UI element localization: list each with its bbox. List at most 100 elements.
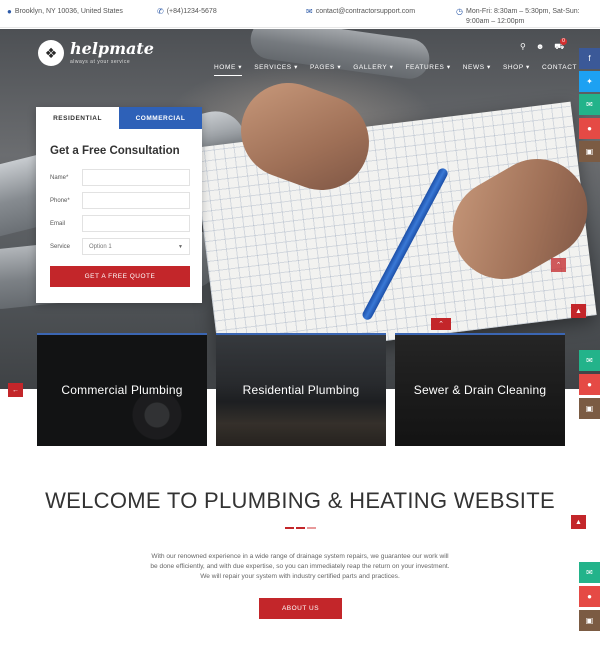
cart-count-badge: 0	[560, 38, 567, 45]
chevron-up-icon: ▲	[575, 307, 582, 315]
welcome-line: We will repair your system with industry…	[200, 573, 400, 580]
tab-residential[interactable]: RESIDENTIAL	[36, 107, 119, 129]
phone-label: Phone*	[50, 197, 70, 204]
user-icon[interactable]: ☻	[536, 42, 544, 52]
phone-text[interactable]: (+84)1234-5678	[167, 7, 217, 17]
slider-indicator[interactable]: ⌃	[431, 318, 451, 330]
nav-features[interactable]: FEATURES ▾	[405, 63, 450, 76]
title-divider	[285, 527, 316, 529]
slider-next-button[interactable]: ⌃	[551, 258, 566, 272]
nav-gallery[interactable]: GALLERY ▾	[353, 63, 393, 76]
name-label: Name*	[50, 174, 69, 181]
map-pin-icon: ●	[587, 380, 592, 389]
phone-info[interactable]: ✆ (+84)1234-5678	[157, 7, 217, 17]
nav-label: CONTACT	[541, 64, 577, 71]
nav-label: SHOP	[502, 64, 524, 71]
envelope-icon: ✉	[586, 356, 593, 365]
envelope-icon: ✉	[586, 568, 593, 577]
service-select[interactable]: Option 1 ▼	[82, 238, 190, 255]
welcome-title: WELCOME TO PLUMBING & HEATING WEBSITE	[45, 488, 555, 513]
nav-label: NEWS	[462, 64, 485, 71]
hours-info: ◷ Mon-Fri: 8:30am – 5:30pm, Sat-Sun: 9:0…	[456, 7, 580, 27]
instagram-share[interactable]: ▣	[579, 141, 600, 162]
map-pin-icon: ●	[7, 7, 12, 16]
hours-text: Mon-Fri: 8:30am – 5:30pm, Sat-Sun: 9:00a…	[466, 7, 580, 27]
divider-segment	[285, 527, 294, 529]
service-row: Service Option 1 ▼	[50, 238, 190, 255]
welcome-description: With our renowned experience in a wide r…	[130, 552, 470, 582]
header-tools: ⚲ ☻ ⛟	[520, 42, 564, 52]
instagram-icon: ▣	[585, 616, 594, 625]
facebook-share[interactable]: f	[579, 48, 600, 69]
form-tabs: RESIDENTIAL COMMERCIAL	[36, 107, 202, 129]
chevron-up-icon: ⌃	[438, 321, 444, 328]
service-card-residential[interactable]: Residential Plumbing	[216, 333, 386, 446]
location-share[interactable]: ●	[579, 118, 600, 139]
arrow-left-icon: ←	[12, 386, 19, 394]
service-card-title: Residential Plumbing	[242, 383, 360, 397]
service-card-sewer[interactable]: Sewer & Drain Cleaning	[395, 333, 565, 446]
location-info: ● Brooklyn, NY 10036, United States	[7, 7, 123, 17]
twitter-share[interactable]: ✦	[579, 71, 600, 92]
chevron-up-icon: ▲	[575, 518, 582, 526]
email-row: Email	[50, 215, 190, 232]
nav-label: FEATURES	[405, 64, 445, 71]
phone-input[interactable]	[82, 192, 190, 209]
handshake-icon: ❖	[38, 40, 64, 66]
brand-logo[interactable]: ❖ helpmate always at your service	[38, 40, 154, 66]
nav-shop[interactable]: SHOP ▾	[503, 63, 530, 76]
scroll-up-button[interactable]: ▲	[571, 304, 586, 318]
name-input[interactable]	[82, 169, 190, 186]
clock-icon: ◷	[456, 7, 463, 16]
email-info[interactable]: ✉ contact@contractorsupport.com	[306, 7, 415, 17]
caret-down-icon: ▼	[178, 243, 183, 250]
email-label: Email	[50, 220, 66, 227]
brand-text: helpmate always at your service	[70, 39, 154, 66]
email-share[interactable]: ✉	[579, 350, 600, 371]
divider-segment	[296, 527, 305, 529]
nav-contact[interactable]: CONTACT ▾	[542, 63, 583, 76]
location-text: Brooklyn, NY 10036, United States	[14, 8, 123, 15]
carousel-prev-button[interactable]: ←	[8, 383, 23, 397]
email-share[interactable]: ✉	[579, 562, 600, 583]
name-row: Name*	[50, 169, 190, 186]
service-card-title: Commercial Plumbing	[61, 383, 183, 397]
instagram-icon: ▣	[585, 404, 594, 413]
instagram-share[interactable]: ▣	[579, 398, 600, 419]
email-share[interactable]: ✉	[579, 94, 600, 115]
get-quote-button[interactable]: GET A FREE QUOTE	[50, 266, 190, 287]
map-pin-icon: ●	[587, 124, 592, 133]
instagram-icon: ▣	[585, 147, 594, 156]
tab-commercial[interactable]: COMMERCIAL	[119, 107, 202, 129]
facebook-icon: f	[588, 54, 591, 63]
service-select-value: Option 1	[89, 243, 112, 250]
nav-label: PAGES	[310, 64, 335, 71]
about-us-button[interactable]: ABOUT US	[259, 598, 342, 619]
email-text[interactable]: contact@contractorsupport.com	[316, 7, 415, 17]
nav-news[interactable]: NEWS ▾	[463, 63, 491, 76]
nav-label: GALLERY	[353, 64, 388, 71]
nav-home[interactable]: HOME ▾	[214, 63, 243, 76]
main-nav: HOME ▾ SERVICES ▾ PAGES ▾ GALLERY ▾ FEAT…	[214, 63, 595, 76]
nav-label: HOME	[214, 64, 236, 71]
email-input[interactable]	[82, 215, 190, 232]
location-share[interactable]: ●	[579, 586, 600, 607]
service-card-title: Sewer & Drain Cleaning	[413, 383, 547, 397]
map-pin-icon: ●	[587, 592, 592, 601]
welcome-line: be done efficiently, and with due expert…	[150, 563, 450, 570]
instagram-share[interactable]: ▣	[579, 610, 600, 631]
chevron-up-icon: ⌃	[555, 262, 562, 269]
location-share[interactable]: ●	[579, 374, 600, 395]
divider-segment	[307, 527, 316, 529]
brand-name: helpmate	[70, 39, 154, 58]
welcome-line: With our renowned experience in a wide r…	[151, 553, 449, 560]
hours-line-2: 9:00am – 12:00pm	[465, 18, 525, 25]
service-card-commercial[interactable]: Commercial Plumbing	[37, 333, 207, 446]
phone-row: Phone*	[50, 192, 190, 209]
back-to-top-button[interactable]: ▲	[571, 515, 586, 529]
nav-pages[interactable]: PAGES ▾	[310, 63, 341, 76]
nav-services[interactable]: SERVICES ▾	[254, 63, 298, 76]
form-title: Get a Free Consultation	[50, 145, 180, 157]
envelope-icon: ✉	[586, 100, 593, 109]
search-icon[interactable]: ⚲	[520, 42, 526, 52]
